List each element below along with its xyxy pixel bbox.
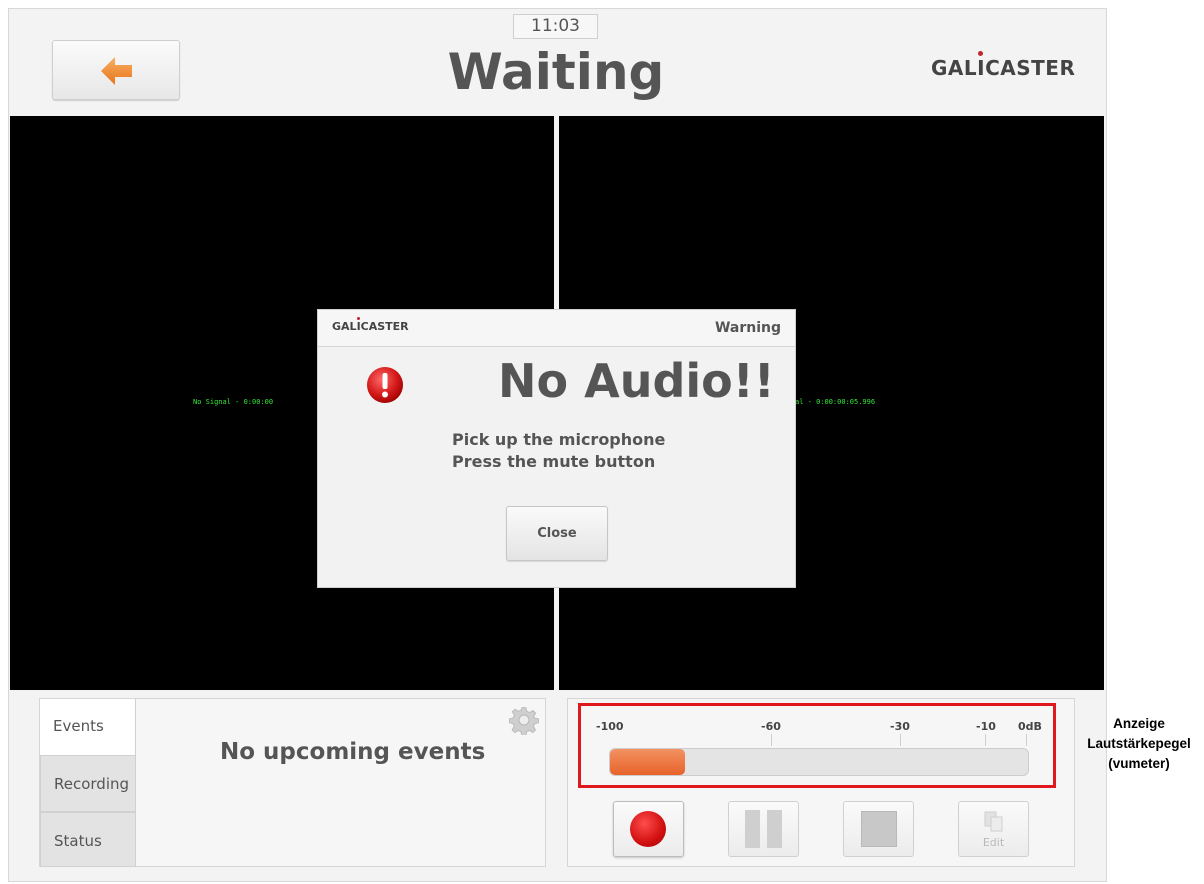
- page-title: Waiting: [447, 43, 665, 101]
- dialog-message-line: Press the mute button: [452, 452, 656, 471]
- error-icon: [367, 367, 403, 403]
- pause-button[interactable]: [728, 801, 799, 857]
- annotation-line: (vumeter): [1108, 756, 1170, 771]
- tab-recording[interactable]: Recording: [40, 755, 136, 812]
- gear-icon[interactable]: [509, 705, 539, 735]
- no-events-message: No upcoming events: [220, 739, 486, 765]
- vumeter-annotation: Anzeige Lautstärkepegel (vumeter): [1074, 714, 1204, 774]
- back-arrow-icon: [101, 57, 132, 85]
- dialog-title: No Audio!!: [498, 354, 775, 408]
- vumeter-tick: [1026, 734, 1027, 746]
- back-button[interactable]: [52, 40, 180, 100]
- dialog-logo: GALI CASTER: [332, 317, 409, 333]
- warning-dialog: GALI CASTER Warning No Audio!! Pick up th…: [317, 309, 796, 588]
- vumeter-bar: [609, 748, 1029, 776]
- stop-button[interactable]: [843, 801, 914, 857]
- vumeter-scale-label: -100: [596, 720, 624, 733]
- dialog-header-label: Warning: [714, 320, 781, 336]
- vumeter-tick: [900, 734, 901, 746]
- vumeter-tick: [771, 734, 772, 746]
- vumeter-scale-label: 0dB: [1018, 720, 1042, 733]
- clock: 11:03: [513, 14, 598, 39]
- tab-status[interactable]: Status: [40, 812, 136, 867]
- dialog-header: GALI CASTER Warning: [318, 310, 795, 347]
- galicaster-logo: GALI CASTER: [931, 51, 1075, 80]
- no-signal-overlay: No Signal - 0:00:00: [193, 398, 274, 406]
- dialog-message-line: Pick up the microphone: [452, 430, 666, 449]
- edit-button[interactable]: Edit: [958, 801, 1029, 857]
- no-signal-overlay: al - 0:00:00:05.996: [795, 398, 876, 406]
- vumeter-level-fill: [610, 749, 686, 775]
- record-button[interactable]: [613, 801, 684, 857]
- pause-icon: [767, 810, 782, 848]
- edit-label: Edit: [982, 836, 1005, 849]
- stop-icon: [861, 811, 897, 847]
- vumeter-scale-label: -10: [976, 720, 996, 733]
- events-panel: Events Recording Status No upcoming even…: [39, 698, 546, 867]
- annotation-line: Anzeige: [1113, 716, 1165, 731]
- annotation-line: Lautstärkepegel: [1087, 736, 1191, 751]
- edit-icon: [984, 811, 1003, 832]
- vumeter-scale-label: -60: [761, 720, 781, 733]
- vumeter-scale-label: -30: [890, 720, 910, 733]
- tab-events[interactable]: Events: [40, 699, 136, 756]
- record-icon: [630, 811, 666, 847]
- pause-icon: [745, 810, 760, 848]
- vumeter-tick: [985, 734, 986, 746]
- close-button[interactable]: Close: [506, 506, 608, 561]
